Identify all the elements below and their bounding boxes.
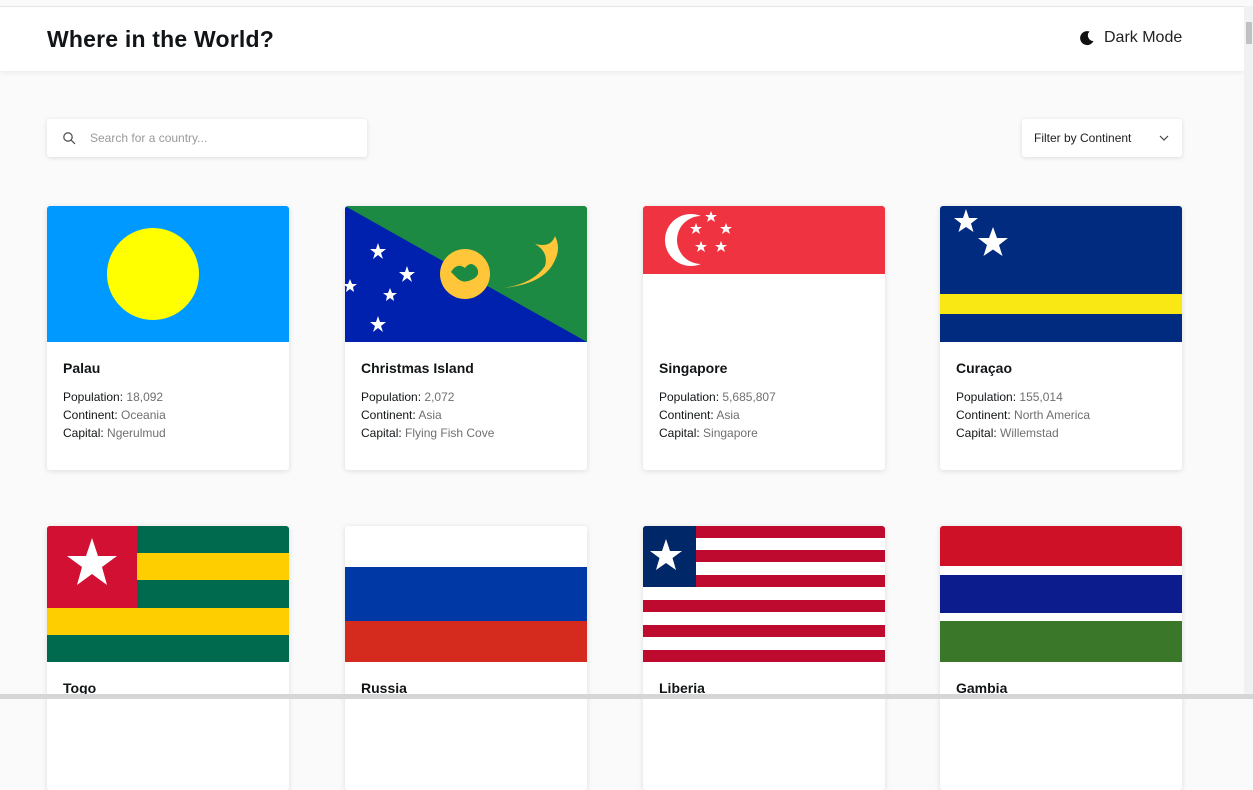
continent-filter-select[interactable]: Filter by Continent (1022, 119, 1182, 157)
search-icon (63, 132, 76, 145)
capital-row: Capital: Singapore (659, 426, 758, 440)
scrollbar-thumb[interactable] (1246, 22, 1252, 44)
dark-mode-toggle[interactable]: Dark Mode (1079, 29, 1182, 47)
chevron-down-icon (1159, 135, 1169, 141)
population-row: Population: 2,072 (361, 390, 455, 404)
population-row: Population: 155,014 (956, 390, 1063, 404)
country-card-russia[interactable]: Russia (345, 526, 587, 790)
curacao-flag-icon (940, 206, 1182, 342)
search-input[interactable] (90, 131, 340, 145)
liberia-flag-icon (643, 526, 885, 662)
palau-flag-icon (47, 206, 289, 342)
christmas-island-flag-icon (345, 206, 587, 342)
country-card-togo[interactable]: Togo (47, 526, 289, 790)
country-name: Curaçao (956, 360, 1013, 376)
search-box (47, 119, 367, 157)
filter-label: Filter by Continent (1034, 131, 1132, 145)
capital-row: Capital: Ngerulmud (63, 426, 166, 440)
continent-row: Continent: Asia (361, 408, 442, 422)
moon-icon (1080, 31, 1094, 46)
country-card-liberia[interactable]: Liberia (643, 526, 885, 790)
country-name: Christmas Island (361, 360, 474, 376)
dark-mode-label: Dark Mode (1104, 29, 1183, 46)
singapore-flag-icon (643, 206, 885, 342)
taskbar-edge (0, 694, 1253, 699)
country-card-curacao[interactable]: Curaçao Population: 155,014 Continent: N… (940, 206, 1182, 470)
country-card-palau[interactable]: Palau Population: 18,092 Continent: Ocea… (47, 206, 289, 470)
togo-flag-icon (47, 526, 289, 662)
population-row: Population: 5,685,807 (659, 390, 776, 404)
gambia-flag-icon (940, 526, 1182, 662)
russia-flag-icon (345, 526, 587, 662)
country-name: Singapore (659, 360, 728, 376)
population-row: Population: 18,092 (63, 390, 164, 404)
capital-row: Capital: Willemstad (956, 426, 1059, 440)
app-title: Where in the World? (47, 26, 274, 52)
continent-row: Continent: Asia (659, 408, 740, 422)
capital-row: Capital: Flying Fish Cove (361, 426, 495, 440)
continent-row: Continent: North America (956, 408, 1091, 422)
top-header: Where in the World? Dark Mode (0, 6, 1244, 71)
continent-row: Continent: Oceania (63, 408, 166, 422)
country-card-gambia[interactable]: Gambia (940, 526, 1182, 790)
scrollbar-track[interactable] (1244, 6, 1253, 699)
country-card-christmas-island[interactable]: Christmas Island Population: 2,072 Conti… (345, 206, 587, 470)
country-card-singapore[interactable]: Singapore Population: 5,685,807 Continen… (643, 206, 885, 470)
country-name: Palau (63, 360, 101, 376)
